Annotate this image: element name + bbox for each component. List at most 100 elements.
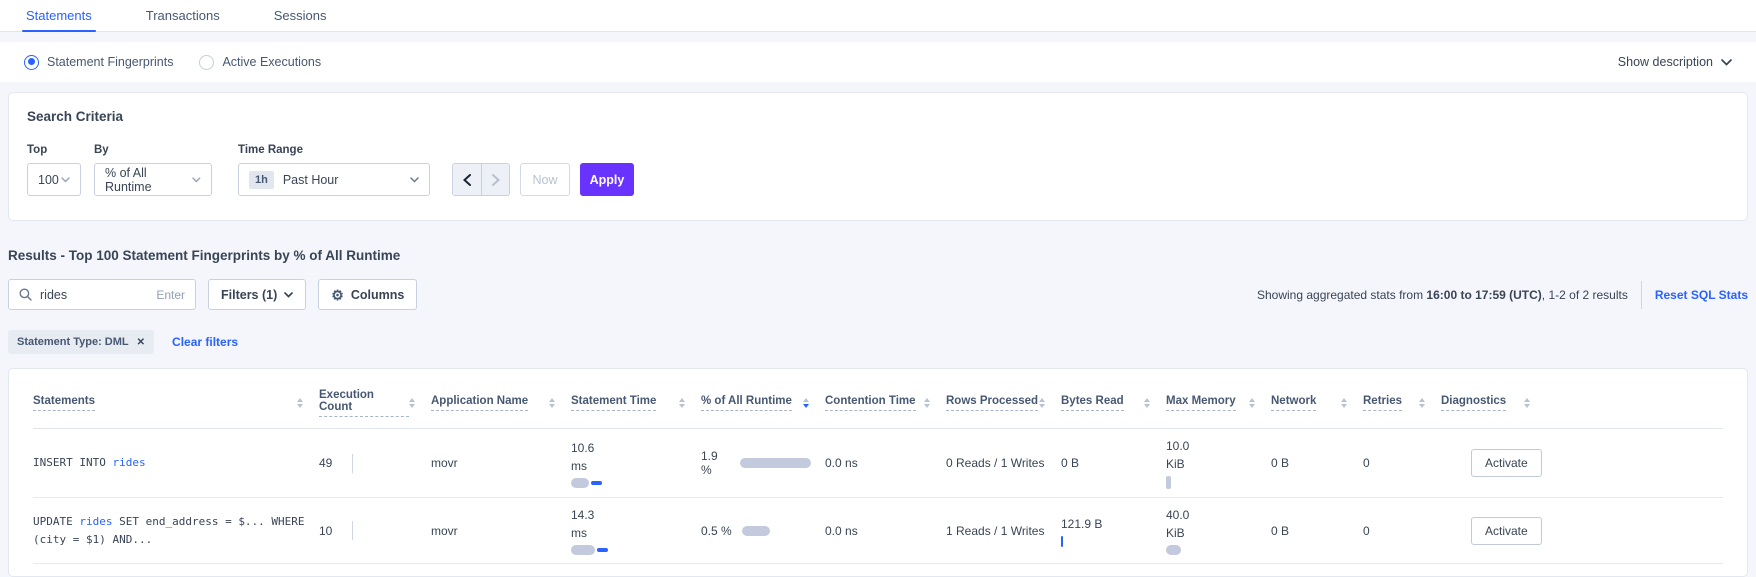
col-header-diagnostics: Diagnostics — [1441, 379, 1723, 422]
radio-active-executions[interactable]: Active Executions — [199, 55, 321, 70]
show-description-toggle[interactable]: Show description — [1618, 55, 1732, 69]
bytes-bar — [1061, 536, 1063, 547]
tab-sessions[interactable]: Sessions — [272, 0, 329, 31]
statement-time-cell: 10.6 ms — [571, 431, 701, 496]
table-name: rides — [112, 456, 145, 469]
top-select[interactable]: 100 — [27, 163, 81, 196]
divider — [1641, 281, 1642, 309]
statements-table-card: Statements Execution Count Application N… — [8, 368, 1748, 577]
col-header-contention-time: Contention Time — [825, 379, 946, 422]
sort-icon[interactable] — [924, 398, 930, 409]
sort-icon[interactable] — [409, 398, 415, 409]
now-button[interactable]: Now — [520, 163, 570, 196]
tab-transactions[interactable]: Transactions — [144, 0, 222, 31]
sort-icon-active-desc[interactable] — [803, 398, 809, 409]
radio-selected-icon — [24, 55, 39, 70]
filter-chip-label: Statement Type: DML — [17, 336, 129, 348]
stats-suffix: , 1-2 of 2 results — [1542, 288, 1628, 302]
radio-label: Active Executions — [222, 55, 321, 69]
remove-filter-icon[interactable]: ✕ — [137, 337, 145, 348]
max-memory-cell: 10.0 KiB — [1166, 429, 1271, 497]
by-field: By % of All Runtime — [94, 144, 212, 196]
time-range-field: Time Range 1h Past Hour — [238, 144, 430, 196]
reset-sql-stats-link[interactable]: Reset SQL Stats — [1655, 288, 1748, 302]
filters-button[interactable]: Filters (1) — [208, 279, 306, 310]
bytes-read-cell: 0 B — [1061, 448, 1166, 478]
network-cell: 0 B — [1271, 516, 1363, 546]
statement-fingerprint-link[interactable]: INSERT INTO rides — [33, 446, 319, 479]
sort-icon[interactable] — [1249, 398, 1255, 409]
show-description-label: Show description — [1618, 55, 1713, 69]
sort-icon[interactable] — [549, 398, 555, 409]
col-header-network: Network — [1271, 379, 1363, 422]
col-header-pct-of-all-runtime: % of All Runtime — [701, 379, 825, 422]
tab-statements[interactable]: Statements — [24, 0, 94, 31]
sort-icon[interactable] — [1524, 398, 1530, 409]
stats-range: 16:00 to 17:59 (UTC) — [1426, 288, 1541, 302]
columns-button[interactable]: ⚙ Columns — [318, 279, 417, 310]
pct-runtime-cell: 0.5 % — [701, 516, 825, 546]
gear-icon: ⚙ — [331, 288, 344, 302]
diagnostics-cell: Activate — [1441, 509, 1723, 553]
diagnostics-cell: Activate — [1441, 441, 1723, 485]
chevron-down-icon — [1721, 59, 1732, 66]
col-header-statement-time: Statement Time — [571, 379, 701, 422]
col-header-bytes-read: Bytes Read — [1061, 379, 1166, 422]
view-mode-radio-group: Statement Fingerprints Active Executions — [24, 55, 321, 70]
apply-button[interactable]: Apply — [580, 163, 634, 196]
time-range-value: Past Hour — [283, 173, 339, 187]
rows-processed-cell: 1 Reads / 1 Writes — [946, 516, 1061, 546]
columns-label: Columns — [351, 288, 404, 302]
runtime-bar — [742, 526, 770, 536]
clear-filters-link[interactable]: Clear filters — [172, 335, 238, 349]
results-controls-row: rides Enter Filters (1) ⚙ Columns Showin… — [8, 279, 1748, 310]
contention-time-cell: 0.0 ns — [825, 516, 946, 546]
activate-diagnostics-button[interactable]: Activate — [1471, 517, 1542, 545]
col-header-execution-count: Execution Count — [319, 373, 431, 428]
table-row: INSERT INTO rides 49 movr 10.6 ms 1.9 % … — [33, 429, 1723, 498]
radio-unselected-icon — [199, 55, 214, 70]
statement-type-filter-chip: Statement Type: DML ✕ — [8, 330, 154, 354]
col-header-retries: Retries — [1363, 379, 1441, 422]
filters-label: Filters (1) — [221, 288, 277, 302]
sort-icon[interactable] — [1341, 398, 1347, 409]
search-criteria-form: Top 100 By % of All Runtime Time Range 1… — [27, 144, 1729, 196]
execution-count-cell: 10 — [319, 513, 431, 548]
application-name-cell: movr — [431, 448, 571, 478]
retries-cell: 0 — [1363, 448, 1441, 478]
rows-processed-cell: 0 Reads / 1 Writes — [946, 448, 1061, 478]
pct-runtime-cell: 1.9 % — [701, 441, 825, 485]
chevron-down-icon — [192, 177, 201, 183]
view-mode-bar: Statement Fingerprints Active Executions… — [0, 42, 1756, 82]
by-select-value: % of All Runtime — [105, 166, 192, 194]
sort-icon[interactable] — [1039, 398, 1045, 409]
statement-time-cell: 14.3 ms — [571, 498, 701, 563]
retries-cell: 0 — [1363, 516, 1441, 546]
active-filters-row: Statement Type: DML ✕ Clear filters — [8, 330, 1748, 354]
sort-icon[interactable] — [679, 398, 685, 409]
sort-icon[interactable] — [1144, 398, 1150, 409]
statement-fingerprint-link[interactable]: UPDATE rides SET end_address = $... WHER… — [33, 505, 319, 555]
activate-diagnostics-button[interactable]: Activate — [1471, 449, 1542, 477]
by-select[interactable]: % of All Runtime — [94, 163, 212, 196]
sort-icon[interactable] — [1419, 398, 1425, 409]
col-header-max-memory: Max Memory — [1166, 379, 1271, 422]
time-range-select[interactable]: 1h Past Hour — [238, 163, 430, 196]
top-label: Top — [27, 144, 81, 156]
statement-search-input[interactable]: rides Enter — [8, 279, 196, 310]
chevron-down-icon — [61, 177, 70, 183]
chevron-down-icon — [410, 177, 419, 183]
radio-statement-fingerprints[interactable]: Statement Fingerprints — [24, 55, 173, 70]
prev-time-range-button[interactable] — [453, 164, 481, 195]
col-header-rows-processed: Rows Processed — [946, 379, 1061, 422]
search-criteria-title: Search Criteria — [27, 109, 1729, 124]
radio-label: Statement Fingerprints — [47, 55, 173, 69]
memory-bar — [1166, 545, 1181, 555]
sort-icon[interactable] — [297, 398, 303, 409]
by-label: By — [94, 144, 212, 156]
contention-time-cell: 0.0 ns — [825, 448, 946, 478]
count-sparkline — [352, 454, 353, 473]
col-header-application-name: Application Name — [431, 379, 571, 422]
next-time-range-button[interactable] — [481, 164, 509, 195]
network-cell: 0 B — [1271, 448, 1363, 478]
